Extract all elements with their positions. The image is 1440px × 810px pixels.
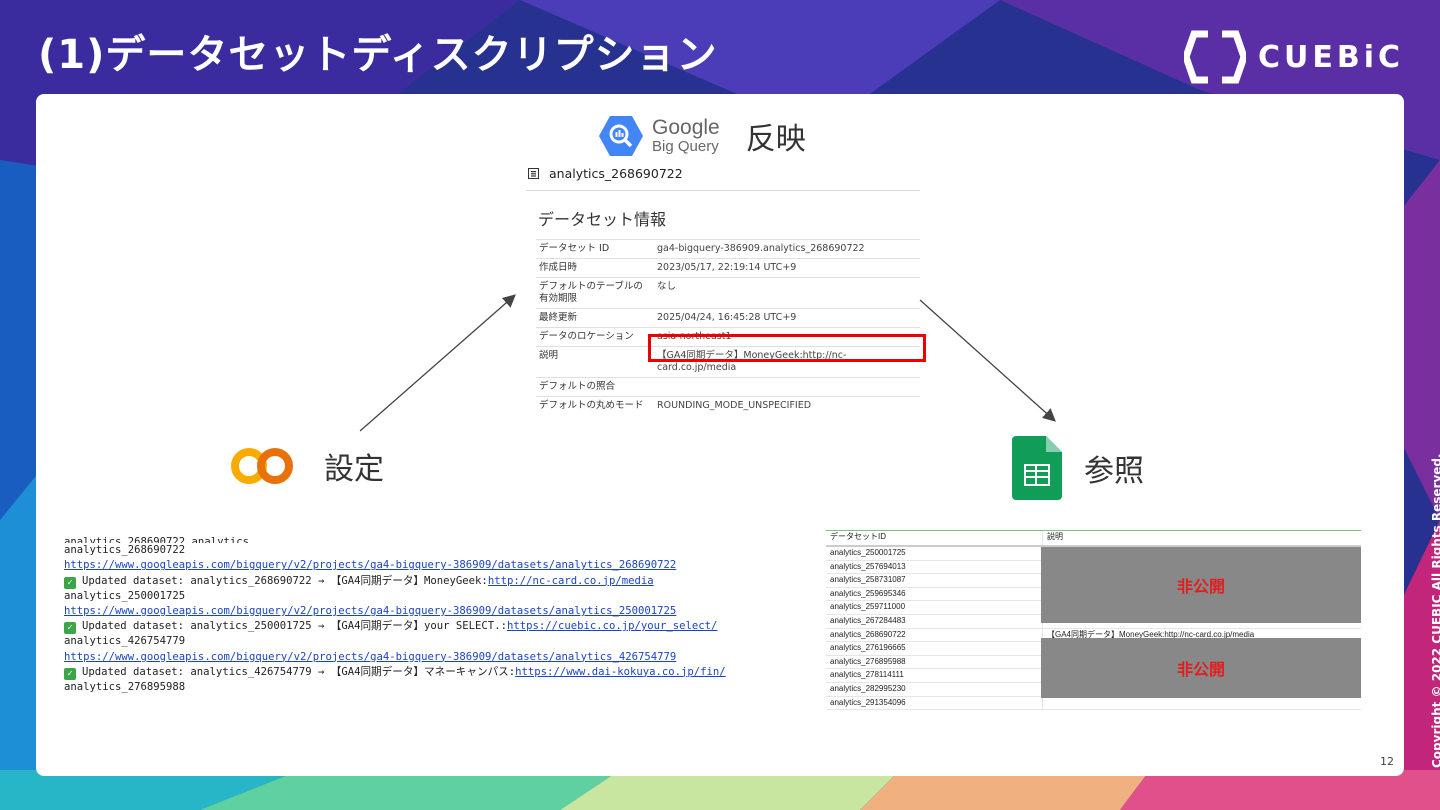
console-line: analytics_426754779 — [64, 635, 186, 648]
console-update-line: ✓ Updated dataset: analytics_250001725 → … — [64, 619, 726, 635]
cuebic-logo-icon — [1183, 30, 1246, 84]
console-line: analytics_268690722 — [64, 544, 186, 557]
console-link[interactable]: http://nc-card.co.jp/media — [488, 575, 654, 587]
redacted-block: 非公開 — [1041, 638, 1361, 698]
cuebic-logo: CUEBiC — [1183, 30, 1404, 84]
arrow-colab-to-bigquery — [359, 294, 516, 432]
console-line: analytics_250001725 — [64, 589, 186, 602]
cuebic-logo-text: CUEBiC — [1257, 39, 1404, 75]
reference-label: 参照 — [1084, 454, 1144, 489]
google-sheets-icon — [1012, 436, 1062, 500]
console-link[interactable]: https://www.googleapis.com/bigquery/v2/p… — [64, 559, 676, 571]
console-cutoff-line: analytics_268690722 analytics — [64, 536, 249, 544]
sheets-tool: 参照 — [1012, 436, 1144, 500]
console-link[interactable]: https://www.googleapis.com/bigquery/v2/p… — [64, 651, 676, 663]
check-mark-icon: ✓ — [64, 576, 76, 589]
sheet-header-dataset-id[interactable]: データセットID — [826, 531, 1043, 545]
console-update-line: ✓ Updated dataset: analytics_268690722 → … — [64, 574, 726, 589]
arrow-bigquery-to-sheets — [919, 299, 1056, 422]
sheet-header-description[interactable]: 説明 — [1043, 531, 1361, 545]
copyright-text: Copyright © 2022 CUEBIC All Rights Reser… — [1430, 453, 1440, 768]
colab-console-output: analytics_268690722 analytics analytics_2… — [64, 526, 726, 695]
page-number: 12 — [1380, 755, 1394, 768]
sheet-row[interactable]: analytics_291354096 — [826, 696, 1361, 711]
sheet-header-row: データセットID 説明 — [826, 531, 1361, 547]
console-link[interactable]: https://www.dai-kokuya.co.jp/fin/ — [515, 666, 725, 678]
console-link[interactable]: https://www.googleapis.com/bigquery/v2/p… — [64, 605, 676, 617]
redacted-block: 非公開 — [1041, 547, 1361, 623]
content-card: Google Big Query 反映 analytics_268690722 … — [36, 94, 1404, 776]
check-mark-icon: ✓ — [64, 622, 76, 635]
slide-title: (1)データセットディスクリプション — [38, 32, 718, 78]
colab-tool: 設定 — [230, 444, 384, 488]
console-line: analytics_276895988 — [64, 681, 186, 694]
console-link[interactable]: https://cuebic.co.jp/your_select/ — [507, 620, 717, 632]
colab-icon — [231, 448, 293, 484]
console-update-line: ✓ Updated dataset: analytics_426754779 → … — [64, 665, 726, 680]
spreadsheet: データセットID 説明 analytics_250001725 analytic… — [826, 530, 1361, 711]
setup-label: 設定 — [324, 452, 384, 487]
check-mark-icon: ✓ — [64, 667, 76, 680]
